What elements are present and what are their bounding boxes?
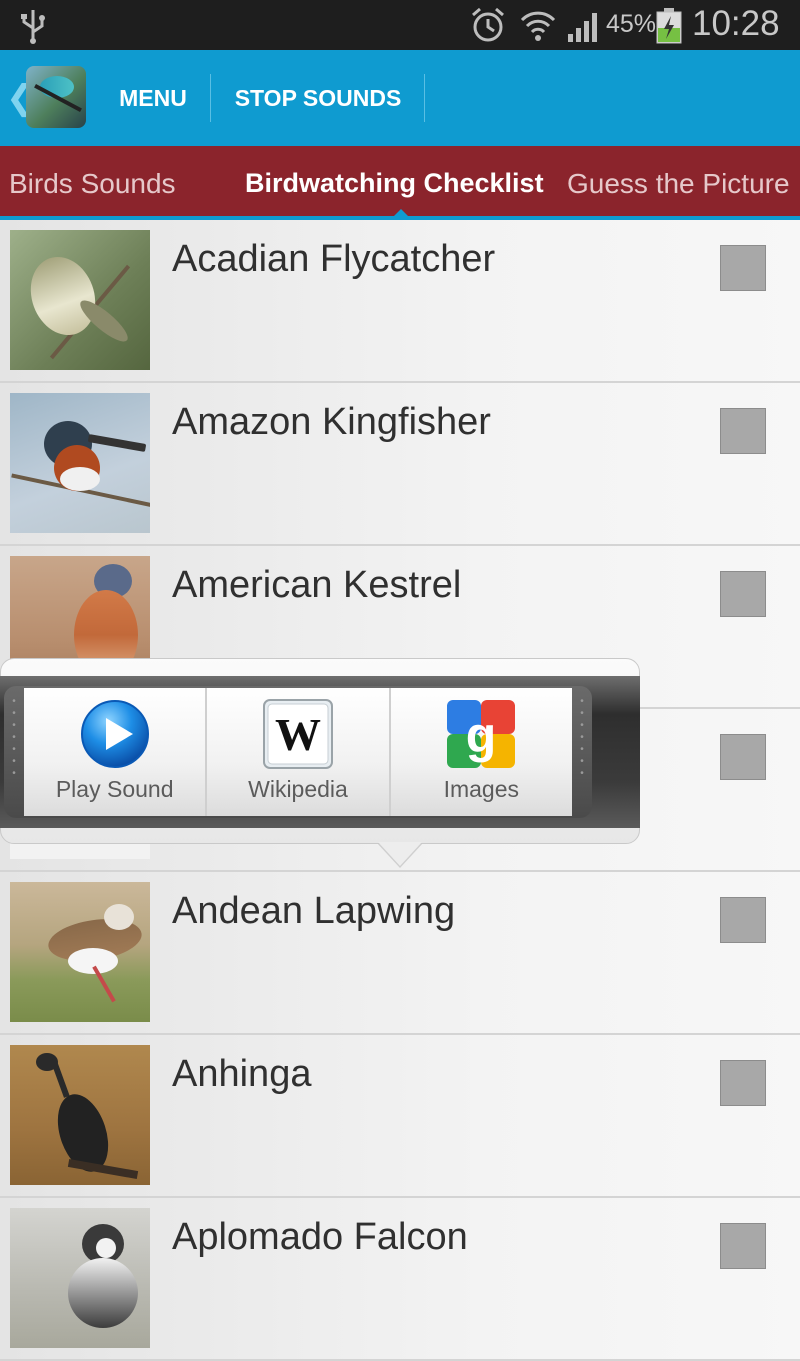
action-divider [424,74,425,122]
status-bar: 45% 10:28 [0,0,800,50]
list-item[interactable]: Acadian Flycatcher [0,220,800,383]
tab-birdwatching-checklist[interactable]: Birdwatching Checklist [245,168,544,199]
bird-name: Anhinga [172,1053,312,1095]
bird-thumbnail [10,393,150,533]
battery-charging-icon [656,8,682,44]
stop-sounds-button[interactable]: STOP SOUNDS [212,50,424,146]
bird-name: Andean Lapwing [172,890,456,932]
wikipedia-button[interactable]: W Wikipedia [207,688,391,816]
popup-tail [378,842,422,866]
alarm-icon [472,7,504,42]
bird-thumbnail [10,1045,150,1185]
quick-action-popup: ••••••• ••••••• Play Sound W [0,658,640,868]
images-button[interactable]: g Images [391,688,572,816]
checklist-checkbox[interactable] [720,1060,766,1106]
popup-items: Play Sound W Wikipedia g Images [24,688,572,816]
svg-text:W: W [275,709,321,760]
list-item[interactable]: Anhinga [0,1035,800,1198]
battery-percent: 45% [606,10,657,38]
play-sound-button[interactable]: Play Sound [24,688,208,816]
action-divider [210,74,211,122]
checklist-checkbox[interactable] [720,1223,766,1269]
list-item[interactable]: Andean Lapwing [0,872,800,1035]
usb-icon [21,10,45,44]
play-icon [80,700,149,768]
active-tab-indicator [394,209,408,216]
bird-name: Amazon Kingfisher [172,401,491,443]
images-label: Images [443,776,520,802]
grip-left-icon: • • • • • • • [12,696,16,779]
bird-thumbnail [10,230,150,370]
google-images-icon: g [447,700,516,768]
action-bar: ❮ MENU STOP SOUNDS [0,50,800,146]
bird-thumbnail [10,1208,150,1348]
checklist-checkbox[interactable] [720,408,766,454]
list-item[interactable]: Amazon Kingfisher [0,383,800,546]
tab-strip: Birds Sounds Birdwatching Checklist Gues… [0,146,800,218]
bird-name: Aplomado Falcon [172,1216,468,1258]
play-sound-label: Play Sound [55,776,174,802]
clock: 10:28 [692,4,780,43]
menu-button[interactable]: MENU [96,50,210,146]
app-logo-icon[interactable] [26,66,86,128]
tab-guess-the-picture[interactable]: Guess the Picture [567,168,790,200]
signal-icon [568,13,597,42]
checklist-checkbox[interactable] [720,897,766,943]
wikipedia-icon: W [262,699,333,769]
bird-name: American Kestrel [172,564,462,606]
checklist-checkbox[interactable] [720,734,766,780]
checklist-checkbox[interactable] [720,245,766,291]
svg-text:g: g [466,707,497,763]
bird-name: Acadian Flycatcher [172,238,496,280]
bird-thumbnail [10,882,150,1022]
checklist-checkbox[interactable] [720,571,766,617]
wifi-icon [520,11,556,41]
tab-birds-sounds[interactable]: Birds Sounds [9,168,176,200]
grip-right-icon: • • • • • • • [580,696,584,779]
wikipedia-label: Wikipedia [248,776,348,802]
